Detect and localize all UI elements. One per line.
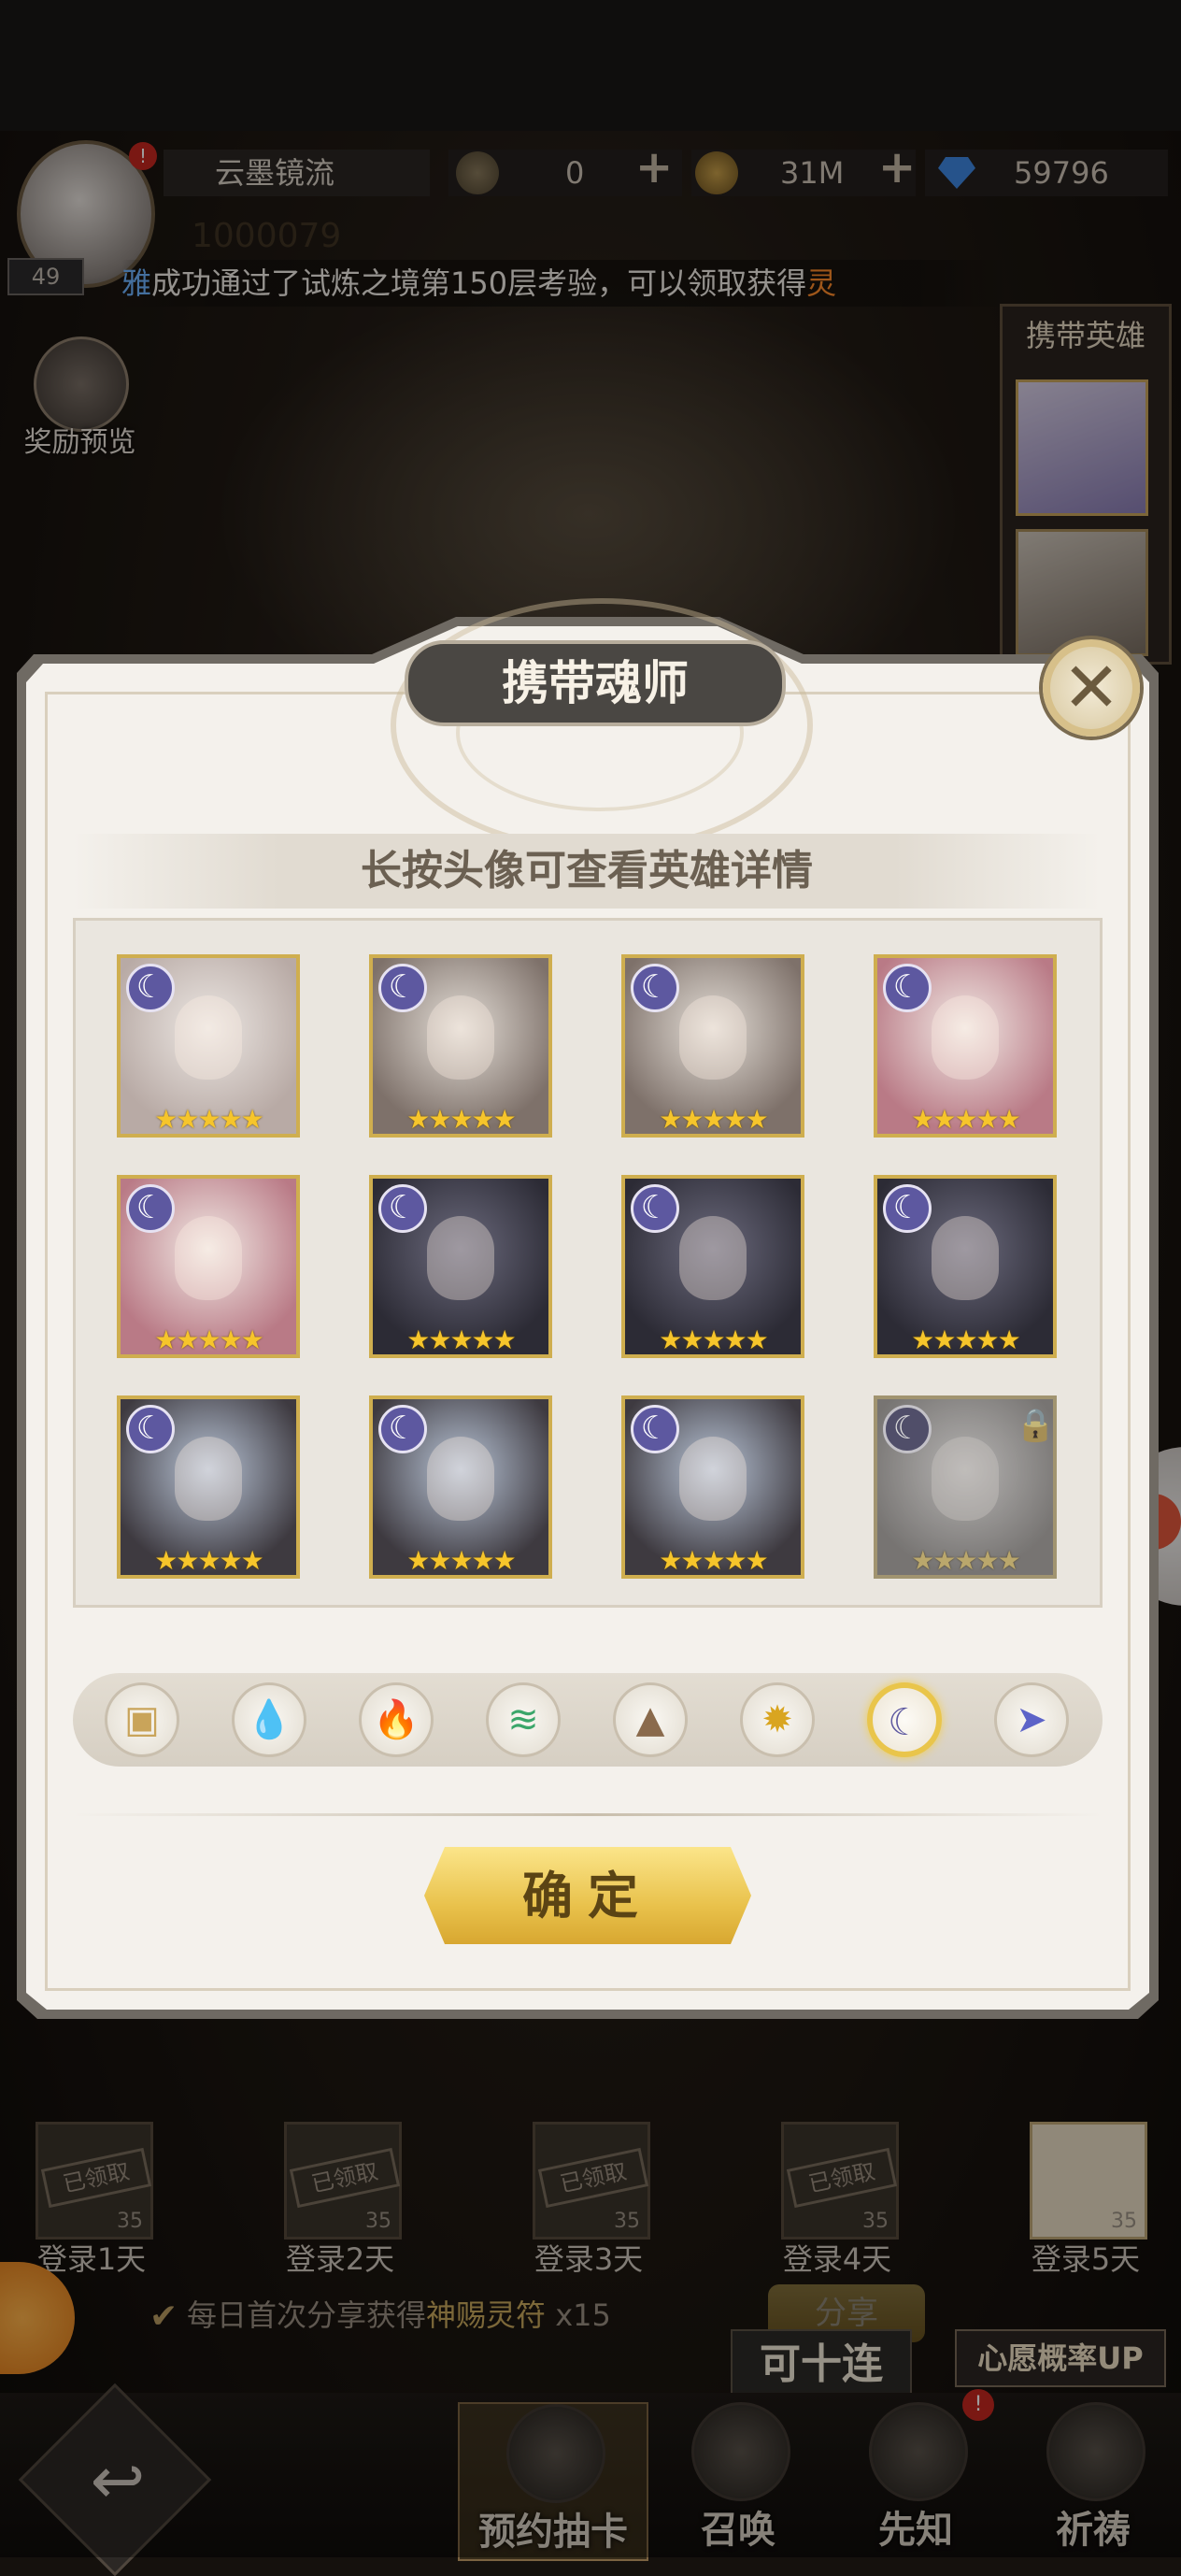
hero-card[interactable]: ☾ ★★★★★ [117, 1395, 300, 1579]
moon-element-icon: ☾ [378, 1405, 427, 1453]
filter-earth-icon[interactable]: ▲ [613, 1682, 688, 1757]
close-button[interactable]: ✕ [1043, 639, 1140, 737]
hero-card[interactable]: ☾ ★★★★★ [621, 1395, 804, 1579]
hero-face [679, 1437, 747, 1521]
moon-element-icon: ☾ [631, 1405, 679, 1453]
filter-wind-icon[interactable]: ≋ [486, 1682, 561, 1757]
hero-grid: ☾ ★★★★★ ☾ ★★★★★ ☾ ★★★★★ ☾ ★★★★★ ☾ ★★★★★ ☾ ★★★★★ ☾ ★★★… [73, 918, 1103, 1608]
hero-stars: ★★★★★ [154, 1545, 264, 1576]
hint-band: 长按头像可查看英雄详情 [73, 834, 1101, 909]
hero-card[interactable]: ☾ ★★★★★ [874, 954, 1057, 1138]
hero-stars: ★★★★★ [406, 1104, 517, 1135]
filter-arrow-icon[interactable]: ➤ [994, 1682, 1069, 1757]
moon-element-icon: ☾ [883, 964, 932, 1012]
moon-element-icon: ☾ [883, 1184, 932, 1233]
moon-element-icon: ☾ [126, 1405, 175, 1453]
moon-element-icon: ☾ [378, 964, 427, 1012]
hero-face [175, 1216, 242, 1300]
hero-face [427, 1437, 494, 1521]
hero-face [932, 1437, 999, 1521]
hero-card[interactable]: ☾ ★★★★★ [874, 1175, 1057, 1358]
filter-fire-icon[interactable]: 🔥 [359, 1682, 434, 1757]
element-filter-bar: ▣ 💧 🔥 ≋ ▲ ✹ ☾ ➤ [73, 1673, 1103, 1767]
filter-moon-icon[interactable]: ☾ [867, 1682, 942, 1757]
dialog-title: 携带魂师 [502, 655, 689, 710]
hero-stars: ★★★★★ [406, 1545, 517, 1576]
moon-element-icon: ☾ [126, 1184, 175, 1233]
moon-element-icon: ☾ [126, 964, 175, 1012]
hero-face [427, 1216, 494, 1300]
confirm-label: 确定 [522, 1866, 653, 1925]
hero-stars: ★★★★★ [659, 1545, 769, 1576]
close-icon: ✕ [1061, 648, 1120, 728]
hero-face [679, 1216, 747, 1300]
moon-element-icon: ☾ [883, 1405, 932, 1453]
hero-stars: ★★★★★ [911, 1104, 1021, 1135]
divider [73, 1813, 1103, 1816]
hero-face [427, 995, 494, 1080]
hero-card[interactable]: ☾ ★★★★★ [369, 1175, 552, 1358]
hero-stars: ★★★★★ [659, 1324, 769, 1355]
lock-icon: 🔒 [1016, 1407, 1056, 1444]
hero-face [932, 1216, 999, 1300]
moon-element-icon: ☾ [631, 1184, 679, 1233]
moon-element-icon: ☾ [631, 964, 679, 1012]
hero-stars: ★★★★★ [911, 1545, 1021, 1576]
hero-face [175, 1437, 242, 1521]
hero-card[interactable]: ☾ ★★★★★ 🔒 [874, 1395, 1057, 1579]
hero-stars: ★★★★★ [659, 1104, 769, 1135]
filter-light-icon[interactable]: ✹ [740, 1682, 815, 1757]
hero-card[interactable]: ☾ ★★★★★ [117, 1175, 300, 1358]
hero-face [175, 995, 242, 1080]
hero-card[interactable]: ☾ ★★★★★ [117, 954, 300, 1138]
hero-card[interactable]: ☾ ★★★★★ [369, 1395, 552, 1579]
filter-water-icon[interactable]: 💧 [232, 1682, 306, 1757]
hero-face [932, 995, 999, 1080]
confirm-button[interactable]: 确定 [424, 1847, 751, 1944]
hero-card[interactable]: ☾ ★★★★★ [621, 1175, 804, 1358]
dialog-title-pill: 携带魂师 [405, 640, 786, 726]
hero-card[interactable]: ☾ ★★★★★ [621, 954, 804, 1138]
hero-card[interactable]: ☾ ★★★★★ [369, 954, 552, 1138]
moon-element-icon: ☾ [378, 1184, 427, 1233]
hero-stars: ★★★★★ [911, 1324, 1021, 1355]
hero-stars: ★★★★★ [154, 1104, 264, 1135]
hero-stars: ★★★★★ [406, 1324, 517, 1355]
hero-face [679, 995, 747, 1080]
filter-box-icon[interactable]: ▣ [105, 1682, 179, 1757]
hero-stars: ★★★★★ [154, 1324, 264, 1355]
carry-soul-master-dialog: 携带魂师 ✕ 长按头像可查看英雄详情 ☾ ★★★★★ ☾ ★★★★★ ☾ ★★★★★ ☾ ★★… [17, 598, 1159, 2019]
hint-text: 长按头像可查看英雄详情 [361, 847, 813, 894]
